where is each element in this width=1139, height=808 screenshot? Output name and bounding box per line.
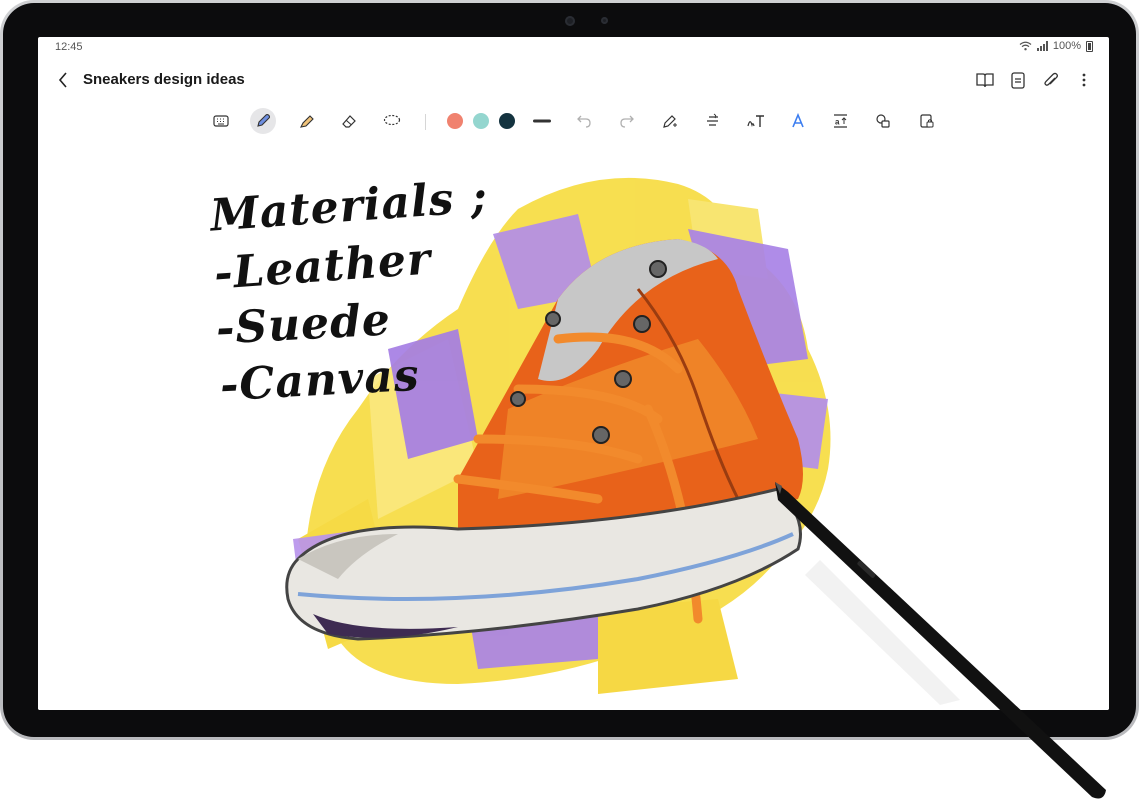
pen-body <box>775 482 1106 799</box>
s-pen-stylus <box>775 482 1106 799</box>
